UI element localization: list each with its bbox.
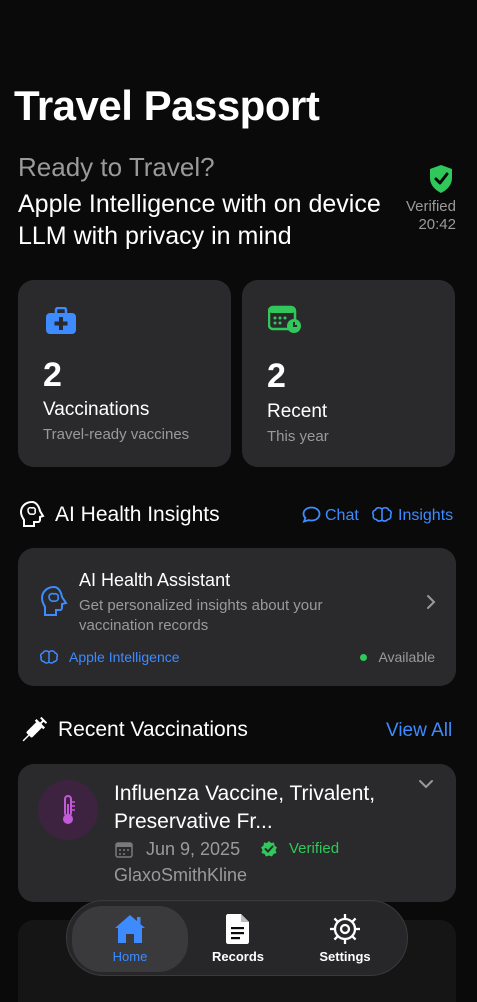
chat-link[interactable]: Chat: [302, 506, 359, 525]
tab-bar: Home Records Settings: [66, 900, 408, 976]
verification-badge: Verified: [289, 840, 340, 857]
ready-subtitle: Ready to Travel?: [18, 152, 215, 182]
tagline: Apple Intelligence with on device LLM wi…: [18, 190, 381, 250]
house-icon: [115, 915, 145, 943]
tab-home-label: Home: [112, 949, 148, 964]
verified-badge-icon: [261, 841, 277, 857]
chevron-down-icon[interactable]: [418, 779, 434, 789]
chevron-right-icon: [427, 595, 436, 609]
syringe-icon: [22, 717, 47, 742]
gear-icon: [330, 914, 360, 944]
insights-title: AI Health Insights: [55, 503, 220, 526]
thermometer-icon: [63, 795, 75, 824]
insights-label: Insights: [398, 507, 454, 524]
insights-link[interactable]: Insights: [371, 506, 453, 525]
recent-sub: This year: [267, 428, 329, 445]
manufacturer: GlaxoSmithKline: [114, 865, 248, 885]
brain-icon: [39, 650, 59, 664]
calendar-icon: [115, 842, 133, 858]
recent-stat-card[interactable]: 2 Recent This year: [242, 280, 455, 467]
recent-vaccinations-title: Recent Vaccinations: [58, 718, 248, 741]
vaccinations-stat-card[interactable]: 2 Vaccinations Travel-ready vaccines: [18, 280, 231, 467]
medical-bag-icon: [46, 307, 76, 334]
verified-shield-icon: [430, 165, 452, 193]
brain-head-icon: [19, 500, 45, 527]
page-title: Travel Passport: [14, 82, 320, 129]
chat-bubble-icon: [302, 506, 321, 523]
vaccination-record-card[interactable]: Influenza Vaccine, Trivalent, Preservati…: [18, 764, 456, 902]
tab-settings-label: Settings: [319, 949, 371, 964]
tab-home[interactable]: Home: [72, 906, 188, 972]
ai-assistant-card[interactable]: AI Health Assistant Get personalized ins…: [18, 548, 456, 686]
tab-records-label: Records: [211, 949, 265, 964]
availability-dot: [360, 654, 367, 661]
assistant-description: Get personalized insights about your vac…: [79, 597, 323, 634]
calendar-clock-icon: [268, 305, 301, 333]
verified-time: 20:42: [418, 216, 456, 233]
brain-icon: [372, 506, 392, 522]
document-icon: [226, 914, 249, 944]
view-all-link[interactable]: View All: [386, 720, 452, 742]
tab-settings[interactable]: Settings: [295, 901, 395, 977]
recent-count: 2: [267, 357, 286, 395]
brain-head-icon: [40, 585, 68, 616]
verification-status: Verified 20:42: [376, 164, 456, 233]
chat-label: Chat: [325, 507, 359, 524]
vaccine-name: Influenza Vaccine, Trivalent, Preservati…: [114, 782, 376, 833]
availability-status: Available: [378, 649, 435, 665]
vaccination-date: Jun 9, 2025: [146, 839, 241, 859]
vaccinations-sub: Travel-ready vaccines: [43, 426, 190, 443]
vaccinations-count: 2: [43, 356, 62, 394]
assistant-title: AI Health Assistant: [79, 570, 231, 590]
vaccine-avatar: [38, 780, 98, 840]
apple-intelligence-label: Apple Intelligence: [69, 649, 180, 665]
verified-label: Verified: [405, 198, 456, 215]
vaccinations-label: Vaccinations: [43, 399, 150, 420]
tab-records[interactable]: Records: [188, 901, 288, 977]
recent-label: Recent: [267, 401, 328, 422]
